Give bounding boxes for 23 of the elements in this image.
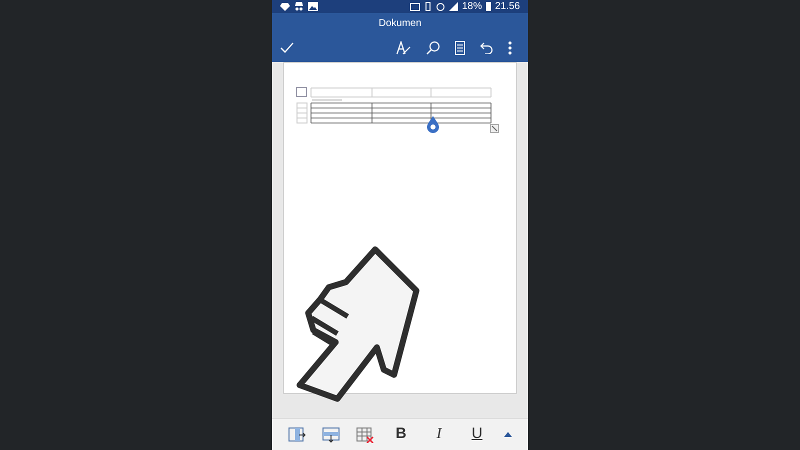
underline-button[interactable]: U: [466, 424, 488, 446]
pen-icon[interactable]: [396, 40, 411, 54]
checkmark-icon[interactable]: [280, 42, 294, 54]
battery-percent: 18%: [462, 0, 482, 14]
vibrate-icon: [424, 2, 432, 11]
cast-icon: [410, 2, 420, 10]
alarm-icon: [436, 2, 445, 11]
document-title: Dokumen: [378, 16, 422, 30]
bold-button[interactable]: B: [390, 424, 412, 446]
diamond-icon: [280, 2, 290, 10]
battery-icon: [486, 2, 491, 11]
caret-up-icon: [504, 432, 512, 437]
delete-table-icon: [356, 426, 374, 442]
insert-column-icon: [288, 426, 306, 442]
insert-row-icon: [322, 426, 340, 442]
search-icon[interactable]: [426, 40, 440, 54]
clock-time: 21.56: [494, 0, 520, 14]
phone-layout-icon[interactable]: [455, 40, 465, 54]
more-icon[interactable]: [508, 40, 512, 54]
italic-button[interactable]: I: [428, 424, 450, 446]
signal-icon: [448, 2, 458, 11]
undo-icon[interactable]: [480, 42, 493, 54]
incognito-icon: [294, 2, 304, 11]
